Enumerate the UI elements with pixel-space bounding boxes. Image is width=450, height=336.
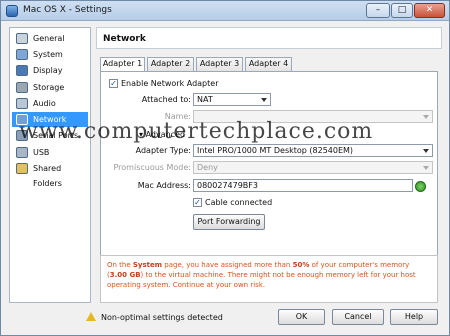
advanced-toggle[interactable]: ▾ Advanced <box>139 130 185 139</box>
tab-adapter-1[interactable]: Adapter 1 <box>100 57 145 72</box>
settings-panel: Network Adapter 1 Adapter 2 Adapter 3 Ad… <box>96 27 442 303</box>
name-label: Name: <box>164 112 191 121</box>
promiscuous-mode-select[interactable]: Deny <box>193 161 433 174</box>
sidebar-item-storage[interactable]: Storage <box>12 80 88 95</box>
monitor-icon <box>16 65 28 76</box>
close-icon: ✕ <box>425 5 434 15</box>
enable-adapter-label: Enable Network Adapter <box>121 79 219 88</box>
maximize-icon: □ <box>397 5 407 15</box>
sidebar-item-label: Serial Ports <box>33 131 79 140</box>
sidebar-item-audio[interactable]: Audio <box>12 96 88 111</box>
help-button[interactable]: Help <box>390 309 438 325</box>
enable-adapter-checkbox[interactable]: ✓ <box>109 79 118 88</box>
serial-port-icon <box>16 130 28 141</box>
tab-adapter-2[interactable]: Adapter 2 <box>147 57 194 71</box>
folder-icon <box>16 163 28 174</box>
speaker-icon <box>16 98 28 109</box>
close-button[interactable]: ✕ <box>414 3 445 18</box>
sidebar-item-display[interactable]: Display <box>12 63 88 78</box>
adapter-tab-page: ✓ Enable Network Adapter Attached to: NA… <box>100 71 438 271</box>
mac-address-label: Mac Address: <box>137 181 191 190</box>
attached-to-select[interactable]: NAT <box>193 93 271 106</box>
minimize-button[interactable]: – <box>366 3 390 18</box>
status-message: Non-optimal settings detected <box>101 313 223 322</box>
chevron-down-icon <box>423 115 429 119</box>
title-bar[interactable]: Mac OS X - Settings – □ ✕ <box>1 1 449 21</box>
page-title: Network <box>96 27 442 49</box>
gear-icon <box>16 33 28 44</box>
system-page-link: System <box>132 261 163 269</box>
chevron-down-icon <box>423 166 429 170</box>
chevron-down-icon <box>261 98 267 102</box>
warning-text: ) to the virtual machine. There might no… <box>107 271 416 289</box>
mac-address-input[interactable]: 080027479BF3 <box>193 179 413 192</box>
warning-memory: 3.00 GB <box>109 271 141 279</box>
network-icon <box>16 114 28 125</box>
sidebar-item-label: USB <box>33 148 50 157</box>
sidebar-item-general[interactable]: General <box>12 31 88 46</box>
promiscuous-mode-label: Promiscuous Mode: <box>113 163 191 172</box>
attached-to-value: NAT <box>197 95 213 104</box>
cancel-button[interactable]: Cancel <box>332 309 384 325</box>
settings-window: Mac OS X - Settings – □ ✕ General System… <box>0 0 450 336</box>
sidebar-item-system[interactable]: System <box>12 47 88 62</box>
settings-sidebar: General System Display Storage Audio Net… <box>9 27 91 303</box>
sidebar-item-label: Shared Folders <box>33 164 62 188</box>
sidebar-item-label: Storage <box>33 83 65 92</box>
warning-percent: 50% <box>292 261 310 269</box>
disk-icon <box>16 82 28 93</box>
chip-icon <box>16 49 28 60</box>
promiscuous-mode-value: Deny <box>197 163 218 172</box>
warning-text: page, you have assigned more than <box>162 261 293 269</box>
tab-adapter-3[interactable]: Adapter 3 <box>196 57 243 71</box>
adapter-type-select[interactable]: Intel PRO/1000 MT Desktop (82540EM) <box>193 144 433 157</box>
usb-icon <box>16 147 28 158</box>
ok-button[interactable]: OK <box>278 309 325 325</box>
attached-to-label: Attached to: <box>141 95 191 104</box>
name-select[interactable] <box>193 110 433 123</box>
sidebar-item-network[interactable]: Network <box>12 112 88 127</box>
adapter-type-label: Adapter Type: <box>135 146 191 155</box>
sidebar-item-label: Display <box>33 66 63 75</box>
sidebar-item-label: System <box>33 50 63 59</box>
cable-connected-checkbox[interactable]: ✓ <box>193 198 202 207</box>
warning-text: On the <box>107 261 133 269</box>
advanced-label: Advanced <box>145 130 186 139</box>
warning-icon <box>86 312 96 321</box>
adapter-type-value: Intel PRO/1000 MT Desktop (82540EM) <box>197 146 354 155</box>
sidebar-item-label: General <box>33 34 65 43</box>
sidebar-item-label: Audio <box>33 99 56 108</box>
chevron-down-icon <box>423 149 429 153</box>
minimize-icon: – <box>375 5 381 15</box>
port-forwarding-button[interactable]: Port Forwarding <box>193 214 265 230</box>
cable-connected-label: Cable connected <box>205 198 273 207</box>
warning-box: On the System page, you have assigned mo… <box>100 255 438 303</box>
maximize-button[interactable]: □ <box>391 3 413 18</box>
sidebar-item-usb[interactable]: USB <box>12 145 88 160</box>
sidebar-item-serial-ports[interactable]: Serial Ports <box>12 128 88 143</box>
sidebar-item-shared-folders[interactable]: Shared Folders <box>12 161 88 188</box>
tab-adapter-4[interactable]: Adapter 4 <box>245 57 292 71</box>
refresh-mac-icon[interactable] <box>415 181 426 192</box>
virtualbox-app-icon <box>6 5 18 17</box>
sidebar-item-label: Network <box>33 115 67 124</box>
window-title: Mac OS X - Settings <box>23 5 112 15</box>
